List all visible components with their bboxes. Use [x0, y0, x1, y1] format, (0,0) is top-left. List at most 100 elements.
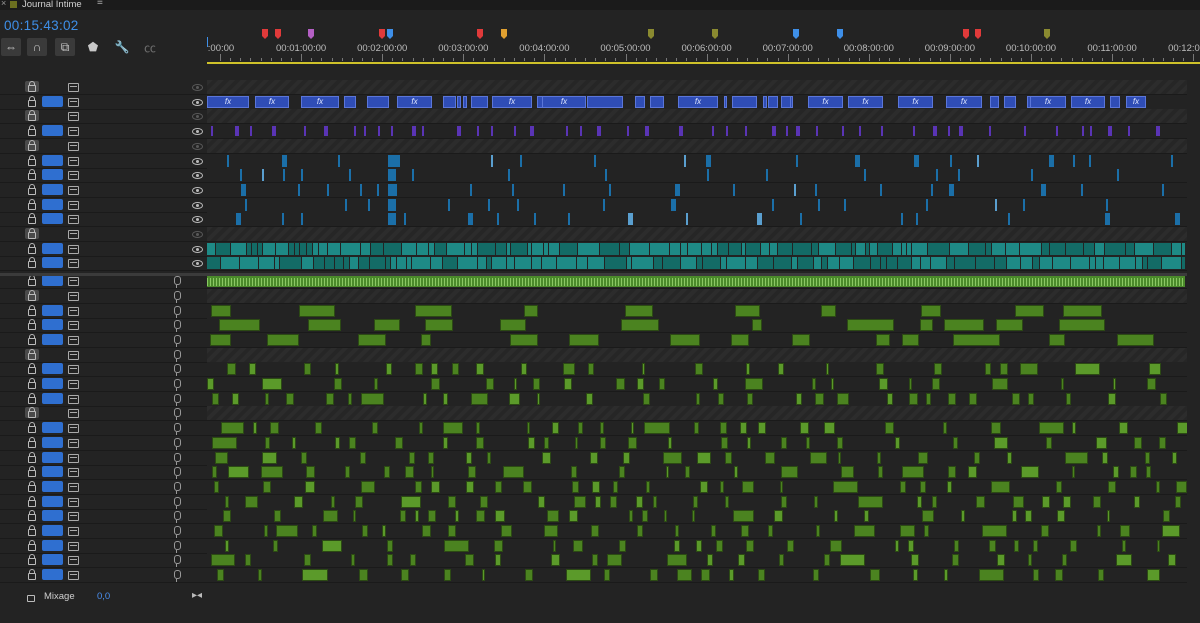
timeline-clip[interactable] [547, 510, 560, 523]
timeline-clip[interactable] [852, 242, 856, 255]
timeline-clip[interactable] [613, 480, 619, 493]
track-lock-icon[interactable] [25, 228, 39, 239]
timeline-clip[interactable] [404, 213, 407, 226]
track-header-v7[interactable] [0, 168, 207, 184]
timeline-clip[interactable] [968, 392, 977, 405]
timeline-clip[interactable] [303, 363, 312, 376]
timeline-clip[interactable] [706, 554, 713, 567]
sequence-marker[interactable] [261, 29, 268, 39]
timeline-clip[interactable] [1130, 466, 1138, 479]
timeline-clip[interactable] [225, 539, 230, 552]
timeline-clip[interactable]: fx [255, 95, 289, 108]
timeline-clip[interactable] [725, 495, 729, 508]
timeline-clip[interactable] [428, 451, 435, 464]
timeline-clip[interactable] [388, 154, 396, 167]
timeline-clip[interactable] [565, 569, 591, 582]
timeline-clip[interactable] [1019, 363, 1039, 376]
toggle-output-eye-icon[interactable] [192, 172, 203, 180]
sync-lock-icon[interactable] [68, 527, 79, 536]
timeline-clip[interactable] [758, 257, 774, 270]
timeline-clip[interactable] [207, 257, 221, 270]
timeline-clip[interactable] [923, 525, 930, 537]
sync-lock-icon[interactable] [68, 409, 79, 419]
timeline-clip[interactable] [877, 466, 883, 479]
timeline-clip[interactable] [524, 304, 538, 317]
timeline-clip[interactable] [513, 378, 518, 390]
timeline-clip[interactable] [544, 525, 558, 537]
timeline-clip[interactable] [466, 480, 475, 493]
timeline-clip[interactable] [360, 183, 363, 196]
timeline-clip[interactable] [878, 242, 893, 255]
timeline-clip[interactable] [677, 569, 692, 582]
timeline-clip[interactable] [670, 198, 676, 211]
timeline-clip[interactable] [400, 510, 407, 523]
timeline-clip[interactable] [1033, 539, 1039, 552]
sync-lock-icon[interactable] [68, 468, 79, 478]
timeline-clip[interactable] [1112, 378, 1117, 390]
timeline-clip[interactable] [876, 333, 890, 346]
timeline-clip[interactable] [953, 333, 1000, 346]
timeline-clip[interactable] [305, 466, 316, 479]
timeline-clip[interactable] [430, 466, 435, 479]
timeline-clip[interactable] [837, 392, 850, 405]
playhead-timecode[interactable]: 00:15:43:02 [4, 18, 79, 33]
timeline-clip[interactable] [574, 436, 578, 449]
timeline-clip[interactable] [261, 169, 264, 182]
timeline-clip[interactable] [541, 451, 551, 464]
timeline-clip[interactable] [917, 451, 929, 464]
timeline-clip[interactable] [373, 378, 379, 390]
timeline-clip[interactable] [842, 126, 845, 137]
timeline-clip[interactable] [524, 569, 533, 582]
timeline-clip[interactable] [695, 392, 701, 405]
timeline-clip[interactable] [794, 183, 797, 196]
track-target-button[interactable] [42, 422, 63, 434]
timeline-clip[interactable] [383, 242, 401, 255]
timeline-clip[interactable] [627, 213, 633, 226]
timeline-clip[interactable] [464, 242, 472, 255]
track-lane-a13[interactable] [207, 450, 1200, 466]
timeline-clip[interactable] [643, 422, 670, 435]
track-header-v8[interactable] [0, 154, 207, 169]
timeline-clip[interactable] [631, 422, 635, 435]
timeline-clip[interactable] [837, 436, 843, 449]
timeline-clip[interactable] [1055, 126, 1058, 137]
timeline-clip[interactable] [974, 451, 981, 464]
timeline-clip[interactable] [830, 378, 835, 390]
timeline-clip[interactable] [813, 569, 819, 582]
timeline-clip[interactable] [262, 480, 271, 493]
timeline-clip[interactable] [641, 363, 646, 376]
timeline-clip[interactable] [902, 466, 925, 479]
timeline-clip[interactable] [466, 451, 473, 464]
timeline-clip[interactable] [390, 126, 393, 137]
timeline-clip[interactable] [1092, 495, 1101, 508]
timeline-clip[interactable] [932, 378, 941, 390]
timeline-clip[interactable] [497, 213, 500, 226]
timeline-clip[interactable] [223, 510, 231, 523]
timeline-clip[interactable] [422, 525, 431, 537]
timeline-clip[interactable] [894, 539, 899, 552]
timeline-clip[interactable] [885, 422, 895, 435]
timeline-clip[interactable] [932, 126, 937, 137]
voice-over-record-icon[interactable] [174, 290, 181, 303]
timeline-clip[interactable] [1107, 510, 1111, 523]
toggle-output-eye-icon[interactable] [192, 260, 203, 268]
timeline-clip[interactable] [992, 242, 1005, 255]
track-target-button[interactable] [42, 140, 63, 151]
sync-lock-icon[interactable] [68, 482, 79, 492]
track-lane-a19[interactable] [207, 538, 1200, 554]
timeline-clip[interactable] [478, 242, 495, 255]
timeline-clip[interactable] [777, 242, 793, 255]
timeline-clip[interactable] [1005, 242, 1020, 255]
timeline-clip[interactable] [1143, 257, 1147, 270]
timeline-clip[interactable]: fx [301, 95, 339, 108]
timeline-clip[interactable] [273, 539, 278, 552]
timeline-clip[interactable] [632, 257, 653, 270]
timeline-clip[interactable] [302, 569, 328, 582]
track-target-button[interactable] [42, 510, 63, 522]
timeline-clip[interactable] [311, 525, 317, 537]
timeline-clip[interactable] [477, 126, 480, 137]
timeline-clip[interactable] [387, 554, 393, 567]
timeline-clip[interactable] [780, 436, 787, 449]
track-lane-a18[interactable] [207, 524, 1200, 539]
track-target-button[interactable] [42, 495, 63, 507]
